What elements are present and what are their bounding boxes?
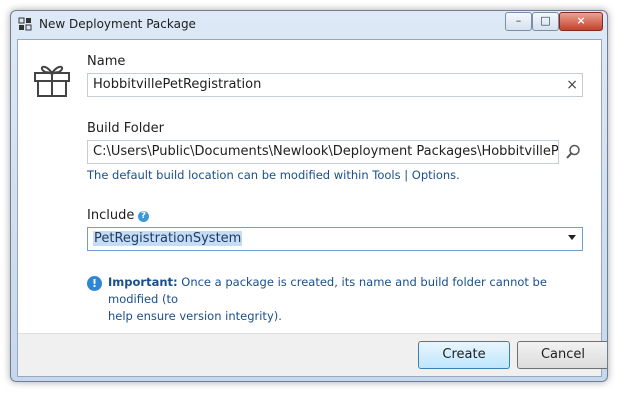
include-dropdown[interactable]: PetRegistrationSystem	[87, 227, 583, 251]
cancel-button[interactable]: Cancel	[517, 341, 607, 369]
minimize-button[interactable]: –	[505, 12, 532, 31]
name-label: Name	[87, 54, 126, 69]
window-title: New Deployment Package	[39, 17, 196, 31]
gift-icon	[34, 65, 70, 97]
build-folder-field[interactable]: C:\Users\Public\Documents\Newlook\Deploy…	[87, 140, 559, 164]
name-field[interactable]: HobbitvillePetRegistration ×	[87, 73, 583, 97]
info-icon: !	[87, 276, 102, 291]
button-bar: Create Cancel	[18, 333, 607, 376]
create-button[interactable]: Create	[418, 341, 510, 369]
build-folder-label: Build Folder	[87, 121, 164, 136]
build-folder-value: C:\Users\Public\Documents\Newlook\Deploy…	[93, 144, 559, 159]
note-text-line2: help ensure version integrity).	[108, 309, 282, 323]
important-note: Important: Once a package is created, it…	[108, 274, 588, 325]
close-button[interactable]: ×	[559, 12, 603, 31]
maximize-button[interactable]: □	[532, 12, 559, 31]
title-bar[interactable]: New Deployment Package – □ ×	[11, 11, 607, 37]
build-folder-hint: The default build location can be modifi…	[87, 168, 460, 182]
chevron-down-icon[interactable]	[568, 235, 576, 240]
note-strong: Important:	[108, 275, 178, 289]
help-icon[interactable]: ?	[138, 211, 149, 222]
search-icon[interactable]	[565, 144, 581, 160]
include-selected-value: PetRegistrationSystem	[93, 231, 243, 246]
package-icon	[18, 17, 32, 31]
dialog-window: New Deployment Package – □ × Name Hobbit…	[10, 10, 608, 382]
include-label: Include	[87, 208, 135, 223]
dialog-content: Name HobbitvillePetRegistration × Build …	[17, 39, 607, 377]
clear-icon[interactable]: ×	[566, 74, 578, 96]
name-value: HobbitvillePetRegistration	[93, 77, 262, 92]
